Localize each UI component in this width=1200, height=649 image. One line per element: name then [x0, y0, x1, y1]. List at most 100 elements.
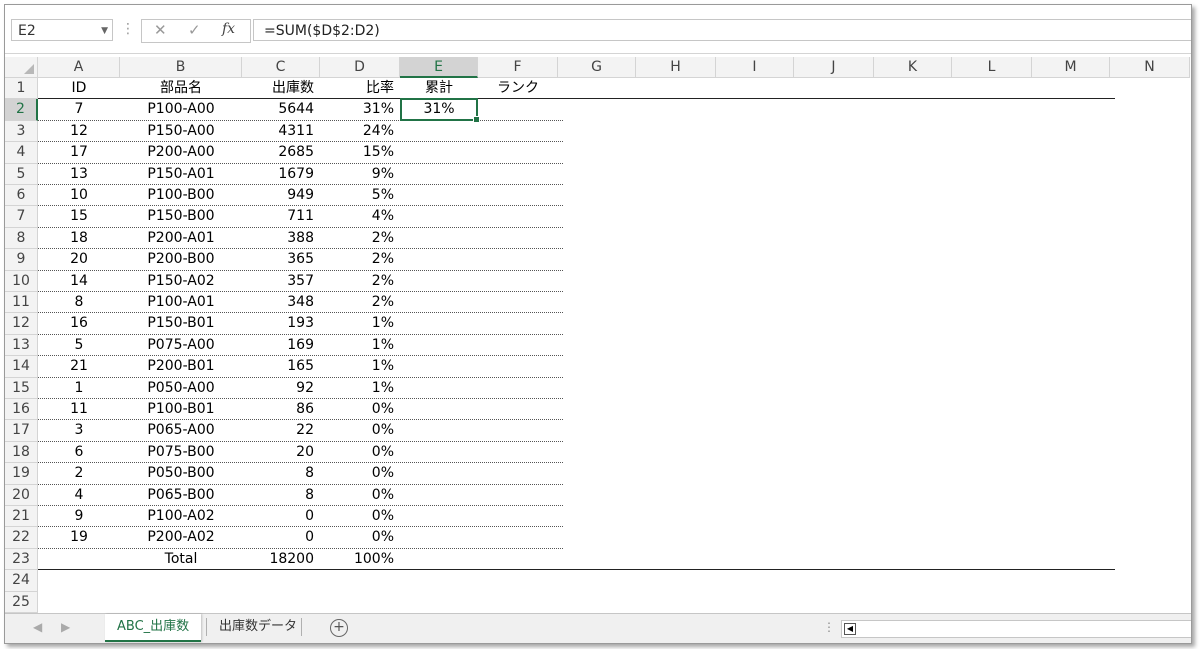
- table-cell[interactable]: 9%: [320, 164, 400, 185]
- table-cell[interactable]: P075-B00: [120, 442, 242, 463]
- table-cell[interactable]: 24%: [320, 121, 400, 142]
- table-cell[interactable]: 15: [38, 206, 120, 227]
- chevron-down-icon[interactable]: ▼: [101, 20, 108, 42]
- table-cell[interactable]: 193: [242, 313, 320, 334]
- total-cell[interactable]: Total: [120, 549, 242, 570]
- table-cell[interactable]: 4%: [320, 206, 400, 227]
- select-all-button[interactable]: [5, 57, 38, 78]
- table-cell[interactable]: P200-B00: [120, 249, 242, 270]
- table-cell[interactable]: 16: [38, 313, 120, 334]
- table-cell[interactable]: P200-A01: [120, 228, 242, 249]
- row-header-2[interactable]: 2: [5, 99, 38, 121]
- table-cell[interactable]: 1679: [242, 164, 320, 185]
- table-cell[interactable]: 0%: [320, 442, 400, 463]
- table-cell[interactable]: 2%: [320, 249, 400, 270]
- table-cell[interactable]: 1%: [320, 335, 400, 356]
- add-sheet-icon[interactable]: +: [330, 619, 348, 637]
- table-cell[interactable]: P065-A00: [120, 420, 242, 441]
- row-header-5[interactable]: 5: [5, 163, 38, 185]
- column-header-n[interactable]: N: [1110, 57, 1190, 78]
- table-cell[interactable]: 12: [38, 121, 120, 142]
- chevron-left-icon[interactable]: ◀: [33, 620, 42, 634]
- table-cell[interactable]: 0: [242, 527, 320, 548]
- row-header-4[interactable]: 4: [5, 142, 38, 164]
- horizontal-scrollbar[interactable]: ◀: [841, 620, 1191, 638]
- table-cell[interactable]: P200-B01: [120, 356, 242, 377]
- row-header-14[interactable]: 14: [5, 356, 38, 378]
- table-cell[interactable]: 13: [38, 164, 120, 185]
- row-header-1[interactable]: 1: [5, 78, 38, 100]
- table-cell[interactable]: 7: [38, 99, 120, 120]
- table-cell[interactable]: P150-B00: [120, 206, 242, 227]
- table-cell[interactable]: 949: [242, 185, 320, 206]
- table-cell[interactable]: 8: [242, 463, 320, 484]
- table-cell[interactable]: 2: [38, 463, 120, 484]
- column-header-l[interactable]: L: [952, 57, 1032, 78]
- column-header-m[interactable]: M: [1032, 57, 1110, 78]
- row-header-19[interactable]: 19: [5, 463, 38, 485]
- table-cell[interactable]: 0: [242, 506, 320, 527]
- table-cell[interactable]: P100-B00: [120, 185, 242, 206]
- row-header-24[interactable]: 24: [5, 570, 38, 592]
- table-cell[interactable]: 31%: [320, 99, 400, 120]
- table-cell[interactable]: 3: [38, 420, 120, 441]
- table-cell[interactable]: P150-A00: [120, 121, 242, 142]
- formula-input[interactable]: =SUM($D$2:D2): [253, 19, 1191, 41]
- table-cell[interactable]: 2%: [320, 271, 400, 292]
- row-header-23[interactable]: 23: [5, 548, 38, 571]
- table-cell[interactable]: 21: [38, 356, 120, 377]
- table-cell[interactable]: 5%: [320, 185, 400, 206]
- table-cell[interactable]: 22: [242, 420, 320, 441]
- table-cell[interactable]: 20: [38, 249, 120, 270]
- sheet-tab-data[interactable]: 出庫数データ: [207, 614, 309, 640]
- row-header-20[interactable]: 20: [5, 484, 38, 506]
- column-title[interactable]: 部品名: [120, 78, 242, 99]
- sheet-tab-abc[interactable]: ABC_出庫数: [105, 614, 202, 642]
- row-header-15[interactable]: 15: [5, 377, 38, 399]
- table-cell[interactable]: P065-B00: [120, 485, 242, 506]
- table-cell[interactable]: 10: [38, 185, 120, 206]
- table-cell[interactable]: 4: [38, 485, 120, 506]
- table-cell[interactable]: P100-A02: [120, 506, 242, 527]
- row-header-8[interactable]: 8: [5, 227, 38, 250]
- table-cell[interactable]: 92: [242, 378, 320, 399]
- table-cell[interactable]: 0%: [320, 527, 400, 548]
- row-header-17[interactable]: 17: [5, 420, 38, 442]
- table-cell[interactable]: 2685: [242, 142, 320, 163]
- total-cell[interactable]: 100%: [320, 549, 400, 570]
- table-cell[interactable]: P050-B00: [120, 463, 242, 484]
- table-cell[interactable]: P100-A00: [120, 99, 242, 120]
- table-cell[interactable]: 2%: [320, 228, 400, 249]
- row-header-6[interactable]: 6: [5, 185, 38, 207]
- table-cell[interactable]: 1: [38, 378, 120, 399]
- table-cell[interactable]: 711: [242, 206, 320, 227]
- row-header-18[interactable]: 18: [5, 441, 38, 464]
- table-cell[interactable]: 8: [242, 485, 320, 506]
- table-cell[interactable]: 15%: [320, 142, 400, 163]
- table-cell[interactable]: 1%: [320, 378, 400, 399]
- table-cell[interactable]: 2%: [320, 292, 400, 313]
- table-cell[interactable]: 0%: [320, 399, 400, 420]
- table-cell[interactable]: P150-A01: [120, 164, 242, 185]
- table-cell[interactable]: 9: [38, 506, 120, 527]
- table-cell[interactable]: 0%: [320, 463, 400, 484]
- table-cell[interactable]: 6: [38, 442, 120, 463]
- column-title[interactable]: 出庫数: [242, 78, 320, 99]
- table-cell[interactable]: 86: [242, 399, 320, 420]
- column-title[interactable]: ランク: [478, 78, 558, 99]
- row-header-3[interactable]: 3: [5, 120, 38, 143]
- row-header-25[interactable]: 25: [5, 591, 38, 613]
- row-header-13[interactable]: 13: [5, 334, 38, 357]
- column-header-a[interactable]: A: [38, 57, 120, 78]
- column-header-b[interactable]: B: [120, 57, 242, 78]
- table-cell[interactable]: P200-A00: [120, 142, 242, 163]
- table-cell[interactable]: P200-A02: [120, 527, 242, 548]
- table-cell[interactable]: 11: [38, 399, 120, 420]
- table-cell[interactable]: 0%: [320, 506, 400, 527]
- scroll-left-icon[interactable]: ◀: [844, 623, 856, 635]
- row-header-16[interactable]: 16: [5, 399, 38, 421]
- table-cell[interactable]: 357: [242, 271, 320, 292]
- table-cell[interactable]: P150-B01: [120, 313, 242, 334]
- chevron-right-icon[interactable]: ▶: [61, 620, 70, 634]
- table-cell[interactable]: 19: [38, 527, 120, 548]
